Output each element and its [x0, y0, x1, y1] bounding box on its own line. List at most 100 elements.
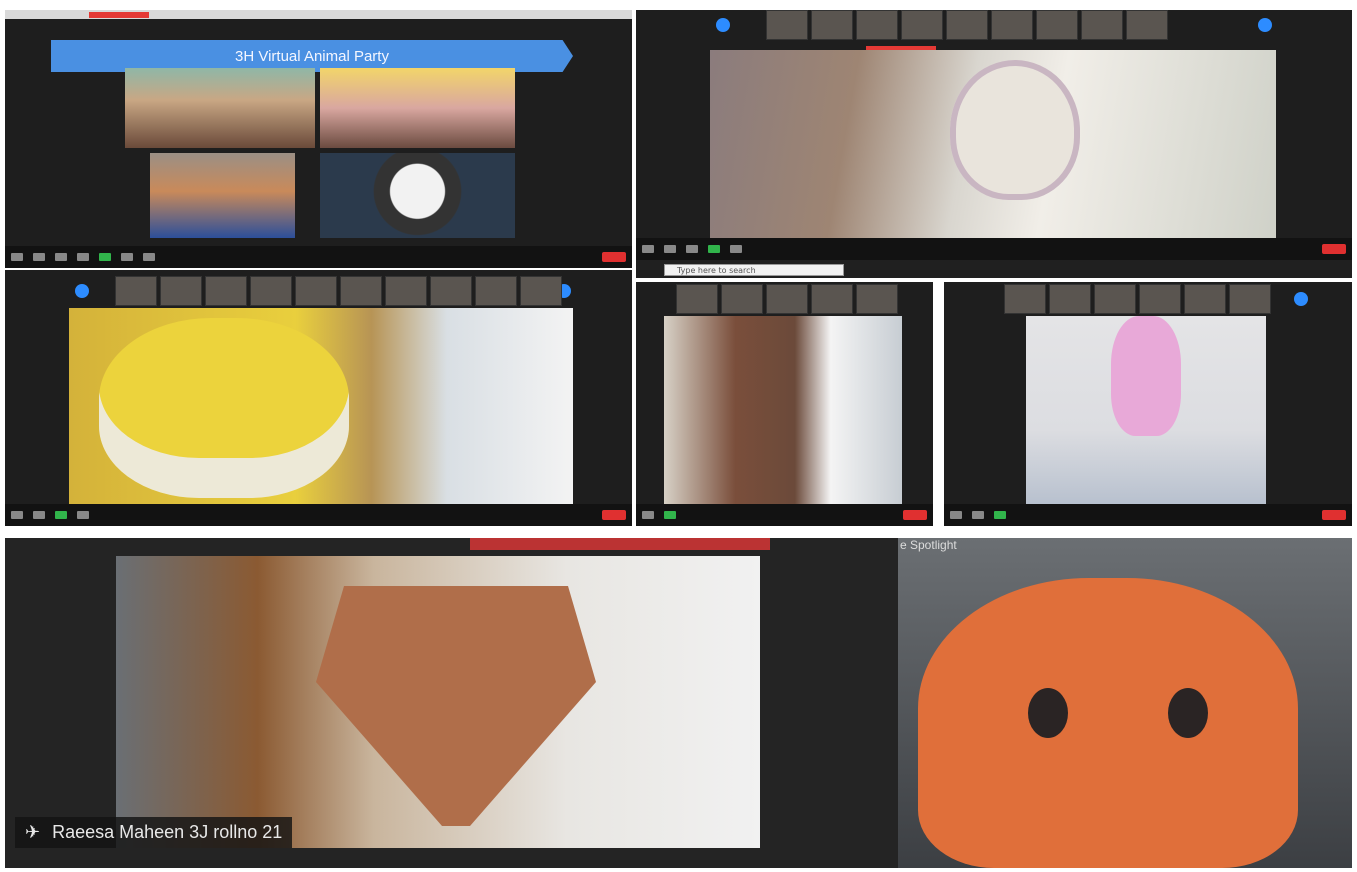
active-speaker-bar [470, 538, 770, 550]
window-titlebar [5, 10, 632, 19]
participant-name: Raeesa Maheen 3J rollno 21 [52, 822, 283, 842]
record-icon[interactable] [121, 253, 133, 261]
thumbnail[interactable] [475, 276, 517, 306]
mute-icon[interactable] [11, 511, 23, 519]
share-screen-icon[interactable] [55, 511, 67, 519]
bunny-mask [950, 60, 1080, 200]
thumbnail[interactable] [250, 276, 292, 306]
share-screen-icon[interactable] [99, 253, 111, 261]
reactions-icon[interactable] [143, 253, 155, 261]
zoom-window-top-left: 3H Virtual Animal Party [5, 10, 632, 268]
person-icon: ✈ [25, 822, 41, 842]
thumbnail[interactable] [115, 276, 157, 306]
video-icon[interactable] [33, 253, 45, 261]
zoom-window-bottom-left: ✈ Raeesa Maheen 3J rollno 21 [5, 538, 898, 868]
participants-icon[interactable] [686, 245, 698, 253]
video-icon[interactable] [664, 245, 676, 253]
fox-mask [316, 586, 596, 826]
video-tile-rabbit[interactable] [320, 68, 515, 148]
taskbar-search-input[interactable]: Type here to search [664, 264, 844, 276]
thumbnail[interactable] [1229, 284, 1271, 314]
nav-arrow-icon[interactable] [1294, 292, 1308, 306]
video-tile-bunny[interactable] [710, 50, 1276, 244]
video-tile-boy[interactable] [150, 153, 295, 238]
meeting-toolbar [636, 238, 1352, 260]
thumbnail[interactable] [1139, 284, 1181, 314]
meeting-toolbar [5, 504, 632, 526]
share-screen-icon[interactable] [664, 511, 676, 519]
spotlight-label: e Spotlight [900, 538, 957, 552]
thumbnail-strip [115, 276, 562, 306]
thumbnail[interactable] [1049, 284, 1091, 314]
recording-indicator [89, 12, 149, 18]
thumbnail-strip [1004, 284, 1271, 314]
thumbnail[interactable] [856, 10, 898, 40]
thumbnail[interactable] [1036, 10, 1078, 40]
thumbnail[interactable] [385, 276, 427, 306]
thumbnail[interactable] [1126, 10, 1168, 40]
thumbnail[interactable] [856, 284, 898, 314]
meeting-toolbar [636, 504, 933, 526]
nav-arrow-icon[interactable] [1258, 18, 1272, 32]
thumbnail[interactable] [1004, 284, 1046, 314]
thumbnail[interactable] [721, 284, 763, 314]
thumbnail[interactable] [991, 10, 1033, 40]
record-icon[interactable] [730, 245, 742, 253]
participants-icon[interactable] [77, 253, 89, 261]
share-screen-icon[interactable] [708, 245, 720, 253]
thumbnail[interactable] [766, 284, 808, 314]
mute-icon[interactable] [642, 245, 654, 253]
mask-eye-left [1028, 688, 1068, 738]
share-screen-icon[interactable] [994, 511, 1006, 519]
thumbnail[interactable] [340, 276, 382, 306]
thumbnail[interactable] [766, 10, 808, 40]
end-meeting-button[interactable] [1322, 244, 1346, 254]
nav-arrow-icon[interactable] [716, 18, 730, 32]
pink-mask [1111, 316, 1181, 436]
video-tile-bear[interactable] [125, 68, 315, 148]
video-tile-pink-mask[interactable] [1026, 316, 1266, 506]
thumbnail[interactable] [811, 284, 853, 314]
thumbnail[interactable] [676, 284, 718, 314]
end-meeting-button[interactable] [602, 510, 626, 520]
video-tile-orange-mask[interactable] [918, 578, 1298, 868]
tiger-mask [99, 318, 349, 498]
thumbnail[interactable] [430, 276, 472, 306]
mute-icon[interactable] [950, 511, 962, 519]
video-tile-hallway[interactable] [664, 316, 902, 506]
zoom-window-top-right [636, 10, 1352, 260]
mask-eye-right [1168, 688, 1208, 738]
security-icon[interactable] [55, 253, 67, 261]
thumbnail-strip [766, 10, 1168, 40]
thumbnail[interactable] [901, 10, 943, 40]
zoom-window-middle-left [5, 270, 632, 526]
meeting-toolbar [5, 246, 632, 268]
end-meeting-button[interactable] [903, 510, 927, 520]
participant-name-tag: ✈ Raeesa Maheen 3J rollno 21 [15, 817, 293, 848]
end-meeting-button[interactable] [602, 252, 626, 262]
meeting-toolbar [944, 504, 1352, 526]
zoom-window-middle-right [944, 282, 1352, 526]
video-tile-tiger[interactable] [69, 308, 573, 504]
thumbnail[interactable] [520, 276, 562, 306]
end-meeting-button[interactable] [1322, 510, 1346, 520]
video-icon[interactable] [972, 511, 984, 519]
thumbnail[interactable] [1094, 284, 1136, 314]
mute-icon[interactable] [642, 511, 654, 519]
thumbnail[interactable] [160, 276, 202, 306]
video-icon[interactable] [33, 511, 45, 519]
thumbnail[interactable] [205, 276, 247, 306]
nav-arrow-icon[interactable] [75, 284, 89, 298]
thumbnail-strip [676, 284, 898, 314]
thumbnail[interactable] [1184, 284, 1226, 314]
video-tile-panda[interactable] [320, 153, 515, 238]
thumbnail[interactable] [1081, 10, 1123, 40]
zoom-window-middle-center [636, 282, 933, 526]
mute-icon[interactable] [11, 253, 23, 261]
video-tile-fox[interactable] [116, 556, 760, 848]
thumbnail[interactable] [811, 10, 853, 40]
thumbnail[interactable] [946, 10, 988, 40]
thumbnail[interactable] [295, 276, 337, 306]
zoom-window-bottom-right [898, 538, 1352, 868]
record-icon[interactable] [77, 511, 89, 519]
